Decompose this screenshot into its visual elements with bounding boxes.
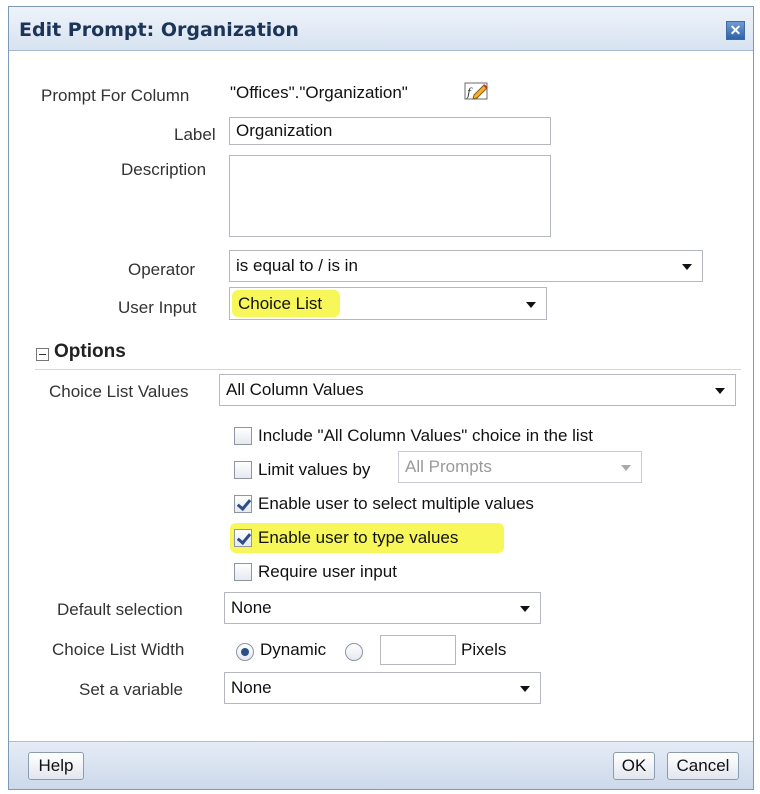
options-section-title: Options	[54, 341, 126, 362]
limit-values-select-value: All Prompts	[405, 457, 492, 476]
user-input-select[interactable]: Choice List	[229, 287, 547, 320]
pixels-radio[interactable]	[345, 643, 363, 661]
cancel-button[interactable]: Cancel	[667, 752, 739, 780]
pixels-input[interactable]	[380, 635, 456, 665]
chevron-down-icon	[526, 301, 536, 308]
description-textarea[interactable]	[229, 155, 551, 237]
limit-values-checkbox[interactable]	[234, 461, 252, 479]
multiple-values-label: Enable user to select multiple values	[258, 494, 534, 513]
ok-button[interactable]: OK	[613, 752, 655, 780]
operator-label: Operator	[128, 260, 196, 279]
set-variable-select[interactable]: None	[224, 672, 541, 704]
set-variable-label: Set a variable	[79, 680, 183, 699]
multiple-values-checkbox[interactable]	[234, 495, 252, 513]
user-input-label: User Input	[118, 298, 197, 317]
edit-formula-icon[interactable]: f	[464, 81, 490, 101]
description-label: Description	[121, 160, 207, 179]
include-all-values-label: Include "All Column Values" choice in th…	[258, 426, 593, 445]
dialog-footer: Help OK Cancel	[9, 741, 753, 789]
label-input[interactable]: Organization	[229, 117, 551, 145]
collapse-icon[interactable]	[36, 348, 49, 361]
type-values-label: Enable user to type values	[258, 528, 459, 547]
limit-values-label: Limit values by	[258, 460, 371, 479]
close-icon[interactable]: ✕	[726, 21, 745, 40]
pixels-label: Pixels	[461, 640, 507, 659]
operator-select[interactable]: is equal to / is in	[229, 250, 703, 282]
dynamic-radio-label: Dynamic	[260, 640, 327, 659]
label-field-label: Label	[174, 125, 216, 144]
chevron-down-icon	[520, 606, 530, 612]
chevron-down-icon	[682, 264, 692, 270]
choice-list-values-select[interactable]: All Column Values	[219, 374, 736, 406]
dialog-titlebar: Edit Prompt: Organization ✕	[9, 7, 753, 51]
section-divider	[35, 369, 741, 370]
chevron-down-icon	[520, 686, 530, 692]
edit-prompt-dialog: Edit Prompt: Organization ✕ Prompt For C…	[8, 6, 754, 790]
prompt-for-column-label: Prompt For Column	[41, 86, 190, 105]
choice-list-values-label: Choice List Values	[49, 382, 189, 401]
help-button[interactable]: Help	[28, 752, 84, 780]
choice-list-width-label: Choice List Width	[52, 640, 185, 659]
default-selection-select[interactable]: None	[224, 592, 541, 624]
chevron-down-icon	[715, 388, 725, 394]
user-input-select-value: Choice List	[232, 290, 341, 317]
include-all-values-checkbox[interactable]	[234, 427, 252, 445]
set-variable-select-value: None	[231, 678, 272, 697]
dynamic-radio[interactable]	[236, 643, 254, 661]
default-selection-select-value: None	[231, 598, 272, 617]
prompt-for-column-value: "Offices"."Organization"	[230, 83, 408, 102]
chevron-down-icon	[621, 465, 631, 471]
limit-values-select[interactable]: All Prompts	[398, 451, 642, 483]
default-selection-label: Default selection	[57, 600, 183, 619]
choice-list-values-select-value: All Column Values	[226, 380, 364, 399]
dialog-title: Edit Prompt: Organization	[19, 19, 299, 41]
require-input-label: Require user input	[258, 562, 397, 581]
require-input-checkbox[interactable]	[234, 563, 252, 581]
type-values-checkbox[interactable]	[234, 529, 252, 547]
operator-select-value: is equal to / is in	[236, 256, 358, 275]
